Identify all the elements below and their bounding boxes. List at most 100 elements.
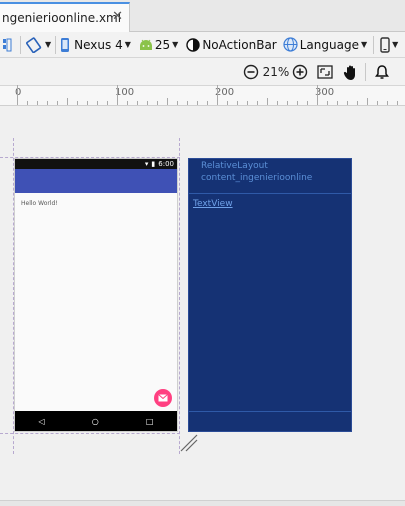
ruler-tick [187,101,188,105]
notification-button[interactable] [373,62,391,82]
language-label: Language [299,37,359,52]
ruler-tick [177,101,178,105]
ruler-tick [207,101,208,105]
ruler-tick [277,101,278,105]
ruler-tick [287,101,288,105]
ruler-tick [267,98,268,105]
ruler-tick [337,101,338,105]
blueprint-divider [189,193,351,194]
ruler-tick [347,101,348,105]
ruler-tick [237,101,238,105]
ruler-tick [127,101,128,105]
battery-icon: ▮ [151,160,156,168]
ruler-tick [377,101,378,105]
chevron-down-icon: ▼ [45,40,52,49]
theme-button[interactable]: NoActionBar [186,33,277,57]
blueprint-divider [189,411,351,412]
notification-icon [375,65,389,79]
ruler-tick [297,101,298,105]
ruler-tick [67,98,68,105]
editor-tab-title: ngenierioonline.xml [2,11,122,25]
ruler-tick [397,101,398,105]
ruler-tick [137,101,138,105]
ruler-tick [87,101,88,105]
ruler-tick [17,85,18,105]
blueprint-preview[interactable]: RelativeLayout content_ingenierioonline … [188,158,352,432]
ruler-tick [357,101,358,105]
ruler-tick [387,101,388,105]
navigation-bar: ◁ ○ □ [15,411,177,431]
back-icon[interactable]: ◁ [39,417,45,426]
status-strip [0,500,405,506]
ruler-tick [317,85,318,105]
zoom-toolbar: 21% [0,58,405,86]
zoom-out-button[interactable] [242,62,260,82]
close-icon[interactable]: ✕ [112,9,123,24]
api-level-dropdown[interactable]: 25 ▼ [138,33,178,57]
ruler-tick [117,85,118,105]
ruler-tick [217,85,218,105]
ruler-tick [327,101,328,105]
pan-hand-icon [343,65,355,80]
orientation-icon [26,36,42,53]
editor-tab[interactable]: ngenierioonline.xml ✕ [0,2,130,32]
floating-action-button[interactable] [154,389,172,407]
theme-icon [186,37,201,52]
language-dropdown[interactable]: Language ▼ [283,33,367,57]
ruler-tick [257,101,258,105]
layout-id-label: content_ingenierioonline [201,173,313,183]
theme-label: NoActionBar [202,37,277,52]
ruler-tick [367,98,368,105]
zoom-level: 21% [262,65,290,79]
app-bar[interactable] [15,169,177,193]
recents-icon[interactable]: □ [146,417,154,426]
ruler-tick [247,101,248,105]
toolbar-separator [20,35,21,54]
guide-line [179,138,180,454]
ruler-tick [27,101,28,105]
toolbar-separator [373,35,375,54]
zoom-in-icon [292,64,308,80]
chevron-down-icon: ▼ [392,40,399,49]
guide-line [0,433,180,434]
resize-handle-icon[interactable] [178,432,200,454]
design-surface-button[interactable] [2,33,16,57]
status-bar: ▾ ▮ 6:00 [15,159,177,169]
orientation-dropdown[interactable]: ▼ [25,33,51,57]
ruler-tick [37,101,38,105]
status-time: 6:00 [158,160,174,168]
toolbar-separator [55,35,57,54]
ruler-tick [157,101,158,105]
layout-type-label: RelativeLayout [201,161,268,171]
device-dropdown[interactable]: Nexus 4 ▼ [60,33,131,57]
ruler-tick [197,101,198,105]
device-preview-icon [380,36,390,53]
ruler-tick [107,101,108,105]
ruler-tick [77,101,78,105]
chevron-down-icon: ▼ [124,40,131,49]
ruler-tick [57,101,58,105]
design-surface-icon [3,38,12,51]
email-icon [158,394,168,402]
home-icon[interactable]: ○ [92,417,99,426]
zoom-in-button[interactable] [291,62,309,82]
hello-textview[interactable]: Hello World! [21,200,58,207]
toolbar-separator [365,63,366,81]
fit-screen-button[interactable] [316,62,334,82]
wifi-icon: ▾ [144,160,149,168]
ruler-tick [227,101,228,105]
globe-icon [283,37,298,52]
design-preview[interactable]: ▾ ▮ 6:00 Hello World! ◁ ○ □ [14,158,178,432]
pan-button[interactable] [342,62,360,82]
ruler-tick [167,98,168,105]
ruler-tick [47,101,48,105]
horizontal-ruler: 0 100 200 300 [0,85,405,106]
zoom-out-icon [243,64,259,80]
phone-icon [61,37,70,52]
ruler-tick [307,101,308,105]
blueprint-textview[interactable]: TextView [193,199,233,209]
ruler-tick [97,101,98,105]
ruler-tick [147,101,148,105]
device-preview-dropdown[interactable]: ▼ [380,33,398,57]
layout-toolbar: ▼ Nexus 4 ▼ 25 ▼ NoActionBar Language ▼ [0,32,405,58]
